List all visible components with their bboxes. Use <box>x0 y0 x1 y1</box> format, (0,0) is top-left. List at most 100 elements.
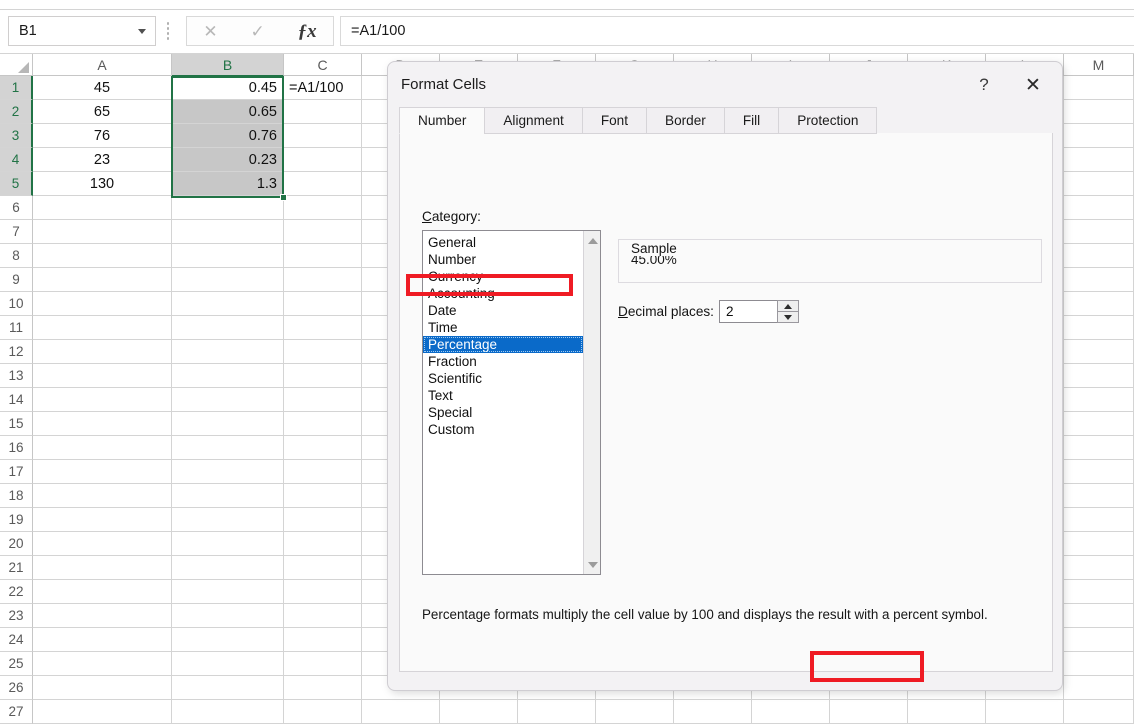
cell-M5[interactable] <box>1064 172 1134 196</box>
cell-K27[interactable] <box>908 700 986 724</box>
cell-C13[interactable] <box>284 364 362 388</box>
name-box[interactable]: B1 <box>8 16 156 46</box>
row-header-1[interactable]: 1 <box>0 76 33 100</box>
cell-B19[interactable] <box>172 508 284 532</box>
cell-A3[interactable]: 76 <box>33 124 172 148</box>
cell-C2[interactable] <box>284 100 362 124</box>
cell-B4[interactable]: 0.23 <box>172 148 284 172</box>
cell-A9[interactable] <box>33 268 172 292</box>
cell-M2[interactable] <box>1064 100 1134 124</box>
formula-bar-drag-handle[interactable] <box>166 22 170 40</box>
cell-C21[interactable] <box>284 556 362 580</box>
formula-input[interactable]: =A1/100 <box>340 16 1134 46</box>
cell-M11[interactable] <box>1064 316 1134 340</box>
row-header-19[interactable]: 19 <box>0 508 33 532</box>
cell-C3[interactable] <box>284 124 362 148</box>
cell-M19[interactable] <box>1064 508 1134 532</box>
cell-M23[interactable] <box>1064 604 1134 628</box>
category-item-accounting[interactable]: Accounting <box>423 285 583 302</box>
tab-protection[interactable]: Protection <box>778 107 878 134</box>
cell-M3[interactable] <box>1064 124 1134 148</box>
cell-A1[interactable]: 45 <box>33 76 172 100</box>
spinner-down-icon[interactable] <box>777 311 799 323</box>
cell-M17[interactable] <box>1064 460 1134 484</box>
row-header-8[interactable]: 8 <box>0 244 33 268</box>
fill-handle[interactable] <box>280 194 287 201</box>
cell-A17[interactable] <box>33 460 172 484</box>
tab-number[interactable]: Number <box>399 107 486 134</box>
cell-B9[interactable] <box>172 268 284 292</box>
category-item-scientific[interactable]: Scientific <box>423 370 583 387</box>
tab-alignment[interactable]: Alignment <box>484 107 583 134</box>
cell-B17[interactable] <box>172 460 284 484</box>
cell-A19[interactable] <box>33 508 172 532</box>
cell-C19[interactable] <box>284 508 362 532</box>
cell-M13[interactable] <box>1064 364 1134 388</box>
cell-C17[interactable] <box>284 460 362 484</box>
cell-B12[interactable] <box>172 340 284 364</box>
cell-C16[interactable] <box>284 436 362 460</box>
cell-A18[interactable] <box>33 484 172 508</box>
row-header-7[interactable]: 7 <box>0 220 33 244</box>
check-icon[interactable]: ✓ <box>250 23 264 40</box>
row-header-12[interactable]: 12 <box>0 340 33 364</box>
select-all-corner[interactable] <box>0 54 33 76</box>
category-item-special[interactable]: Special <box>423 404 583 421</box>
close-icon[interactable]: ✕ <box>1016 70 1050 100</box>
cell-A24[interactable] <box>33 628 172 652</box>
row-header-6[interactable]: 6 <box>0 196 33 220</box>
row-header-25[interactable]: 25 <box>0 652 33 676</box>
cell-A6[interactable] <box>33 196 172 220</box>
row-header-22[interactable]: 22 <box>0 580 33 604</box>
cell-B26[interactable] <box>172 676 284 700</box>
cell-B20[interactable] <box>172 532 284 556</box>
cell-M24[interactable] <box>1064 628 1134 652</box>
category-item-number[interactable]: Number <box>423 251 583 268</box>
decimal-places-input[interactable]: 2 <box>719 300 799 323</box>
cell-A15[interactable] <box>33 412 172 436</box>
cell-M16[interactable] <box>1064 436 1134 460</box>
cell-B16[interactable] <box>172 436 284 460</box>
cell-C1[interactable]: =A1/100 <box>284 76 362 100</box>
cell-M21[interactable] <box>1064 556 1134 580</box>
cell-M14[interactable] <box>1064 388 1134 412</box>
cell-A12[interactable] <box>33 340 172 364</box>
row-header-9[interactable]: 9 <box>0 268 33 292</box>
category-item-general[interactable]: General <box>423 234 583 251</box>
category-item-percentage[interactable]: Percentage <box>423 336 583 353</box>
column-header-m[interactable]: M <box>1064 54 1134 76</box>
cell-C7[interactable] <box>284 220 362 244</box>
cell-C5[interactable] <box>284 172 362 196</box>
column-header-b[interactable]: B <box>172 54 284 77</box>
cell-B5[interactable]: 1.3 <box>172 172 284 196</box>
cell-C23[interactable] <box>284 604 362 628</box>
cell-J27[interactable] <box>830 700 908 724</box>
cell-B23[interactable] <box>172 604 284 628</box>
cell-C20[interactable] <box>284 532 362 556</box>
cell-A10[interactable] <box>33 292 172 316</box>
cell-B10[interactable] <box>172 292 284 316</box>
cell-M4[interactable] <box>1064 148 1134 172</box>
row-header-14[interactable]: 14 <box>0 388 33 412</box>
cell-C26[interactable] <box>284 676 362 700</box>
cell-A8[interactable] <box>33 244 172 268</box>
cell-B25[interactable] <box>172 652 284 676</box>
cell-E27[interactable] <box>440 700 518 724</box>
cell-B2[interactable]: 0.65 <box>172 100 284 124</box>
tab-fill[interactable]: Fill <box>723 107 780 134</box>
cell-C15[interactable] <box>284 412 362 436</box>
cell-A22[interactable] <box>33 580 172 604</box>
row-header-21[interactable]: 21 <box>0 556 33 580</box>
cell-B8[interactable] <box>172 244 284 268</box>
row-header-5[interactable]: 5 <box>0 172 33 196</box>
cell-M8[interactable] <box>1064 244 1134 268</box>
cell-M20[interactable] <box>1064 532 1134 556</box>
triangle-down-icon[interactable] <box>584 556 601 573</box>
tab-border[interactable]: Border <box>646 107 725 134</box>
category-item-time[interactable]: Time <box>423 319 583 336</box>
row-header-23[interactable]: 23 <box>0 604 33 628</box>
cell-B27[interactable] <box>172 700 284 724</box>
cell-M15[interactable] <box>1064 412 1134 436</box>
cell-A23[interactable] <box>33 604 172 628</box>
cell-A20[interactable] <box>33 532 172 556</box>
